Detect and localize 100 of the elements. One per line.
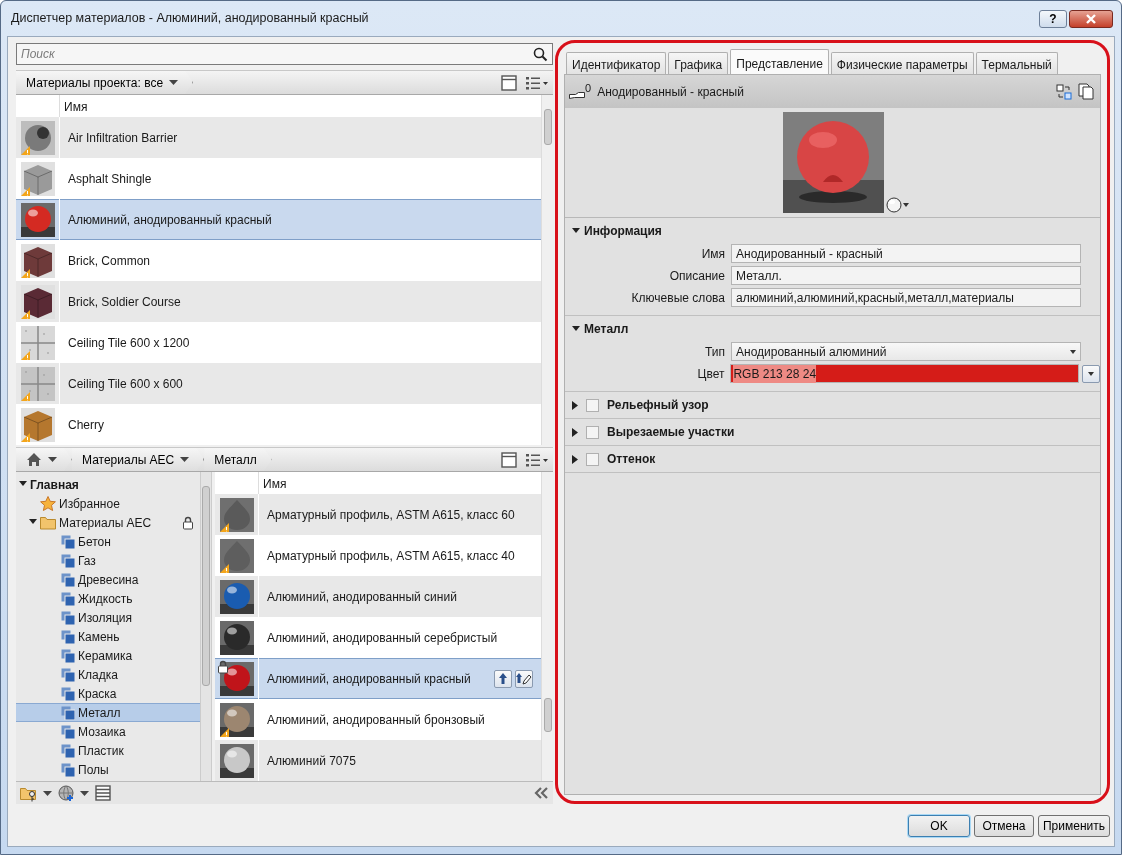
caret-icon[interactable] — [1088, 371, 1095, 376]
section-title: Информация — [584, 223, 662, 240]
panel-icon[interactable] — [501, 74, 517, 91]
dialog-button[interactable]: Применить — [1038, 815, 1110, 837]
material-name: Алюминий, анодированный серебристый — [266, 629, 499, 647]
tree-item[interactable]: Мозаика — [16, 722, 200, 741]
help-button[interactable]: ? — [1039, 9, 1067, 28]
tree-item[interactable]: Материалы AEC — [16, 513, 200, 532]
usage-count: 0 — [585, 81, 592, 96]
caret-icon[interactable] — [902, 203, 909, 207]
scrollbar[interactable] — [541, 472, 553, 781]
caret-icon[interactable] — [48, 457, 57, 462]
expander-icon[interactable] — [571, 454, 580, 464]
panel-icon[interactable] — [95, 785, 111, 801]
material-row[interactable]: Алюминий, анодированный красный — [16, 199, 541, 240]
checkbox[interactable] — [586, 452, 599, 466]
add-library-icon[interactable] — [58, 784, 74, 802]
home-icon[interactable] — [26, 452, 42, 467]
category-icon — [61, 743, 75, 758]
search-field[interactable]: Поиск — [21, 45, 533, 63]
caret-icon[interactable] — [43, 790, 52, 796]
tab[interactable]: Графика — [668, 52, 729, 74]
category-icon — [61, 553, 75, 568]
tree-item[interactable]: Керамика — [16, 646, 200, 665]
category-icon — [61, 610, 75, 625]
section-title: Металл — [584, 321, 629, 338]
caret-icon[interactable] — [180, 457, 190, 462]
tree-label: Пластик — [78, 742, 124, 760]
tree-item[interactable]: Главная — [16, 475, 200, 494]
tree-label: Камень — [78, 628, 120, 646]
close-button[interactable] — [1069, 9, 1113, 28]
list-view-icon[interactable] — [525, 451, 549, 468]
tree-item[interactable]: Кладка — [16, 665, 200, 684]
section-title: Рельефный узор — [607, 397, 709, 414]
field-label: Тип — [704, 343, 726, 361]
caret-icon[interactable] — [169, 80, 179, 85]
tree-item[interactable]: Полы — [16, 760, 200, 779]
tree-label: Керамика — [78, 647, 133, 665]
tree-item[interactable]: Камень — [16, 627, 200, 646]
category-icon — [61, 648, 75, 663]
caret-icon[interactable] — [80, 790, 89, 796]
tree-item[interactable]: Бетон — [16, 532, 200, 551]
scrollbar[interactable] — [200, 472, 212, 781]
dialog-button[interactable]: OK — [908, 815, 970, 837]
sphere-icon[interactable] — [885, 197, 902, 213]
tab[interactable]: Физические параметры — [830, 52, 974, 74]
scrollbar[interactable] — [541, 95, 553, 445]
expander-icon[interactable] — [571, 400, 580, 410]
tree-label: Материалы AEC — [59, 514, 152, 532]
list-view-icon[interactable] — [525, 74, 549, 91]
asset-name: Анодированный - красный — [597, 83, 744, 101]
tab[interactable]: Представление — [730, 49, 829, 74]
category-icon — [61, 686, 75, 701]
checkbox[interactable] — [586, 398, 599, 412]
material-row[interactable]: Brick, Soldier Course — [16, 281, 541, 322]
tree-item[interactable]: Краска — [16, 684, 200, 703]
render-shape-button[interactable] — [885, 197, 909, 213]
duplicate-icon[interactable] — [1078, 83, 1094, 100]
field-label: Ключевые слова — [630, 289, 726, 307]
material-name: Алюминий, анодированный красный — [266, 670, 472, 688]
material-name: Brick, Soldier Course — [67, 293, 182, 311]
tree-item[interactable]: Жидкость — [16, 589, 200, 608]
folder-icon — [40, 515, 56, 530]
column-header[interactable]: Имя — [60, 95, 92, 117]
material-row[interactable]: Арматурный профиль, ASTM A615, класс 60 — [215, 494, 541, 535]
checkbox[interactable] — [586, 425, 599, 439]
material-row[interactable]: Алюминий, анодированный красный — [215, 658, 541, 699]
field-label: Описание — [668, 267, 726, 285]
tree-item[interactable]: Изоляция — [16, 608, 200, 627]
color-dropdown-button[interactable] — [1082, 364, 1100, 383]
text-field[interactable]: Анодированный - красный — [731, 244, 1081, 263]
replace-icon[interactable] — [1056, 83, 1072, 100]
material-row[interactable]: Алюминий 7075 — [215, 740, 541, 781]
material-row[interactable]: Ceiling Tile 600 x 600 — [16, 363, 541, 404]
collapse-icon[interactable] — [533, 787, 549, 799]
window-title: Диспетчер материалов - Алюминий, анодированный красный — [11, 10, 370, 28]
tree-item[interactable]: Избранное — [16, 494, 200, 513]
tree-label: Избранное — [59, 495, 120, 513]
column-header[interactable]: Имя — [259, 472, 291, 494]
search-box[interactable]: Поиск — [16, 43, 553, 65]
expander-icon[interactable] — [571, 427, 580, 437]
tree-item[interactable]: Древесина — [16, 570, 200, 589]
type-dropdown[interactable]: Анодированный алюминий — [731, 342, 1081, 361]
tree-item[interactable]: Металл — [16, 703, 200, 722]
category-icon — [61, 591, 75, 606]
tree-item[interactable]: Пластик — [16, 741, 200, 760]
tree-item[interactable]: Газ — [16, 551, 200, 570]
caret-icon[interactable] — [1070, 349, 1076, 354]
text-field[interactable]: Металл. — [731, 266, 1081, 285]
material-row[interactable]: Air Infiltration Barrier — [16, 117, 541, 158]
close-icon[interactable] — [1085, 12, 1097, 25]
search-icon[interactable] — [533, 46, 548, 62]
material-name: Арматурный профиль, ASTM A615, класс 60 — [266, 506, 516, 524]
color-field[interactable]: RGB 213 28 24 — [730, 364, 1080, 383]
material-row[interactable]: Алюминий, анодированный синий — [215, 576, 541, 617]
panel-icon[interactable] — [501, 451, 517, 468]
tab[interactable]: Термальный — [975, 52, 1058, 74]
dialog-button[interactable]: Отмена — [974, 815, 1034, 837]
text-field[interactable]: алюминий,алюминий,красный,металл,материалы — [731, 288, 1081, 307]
tab[interactable]: Идентификатор — [566, 52, 667, 74]
